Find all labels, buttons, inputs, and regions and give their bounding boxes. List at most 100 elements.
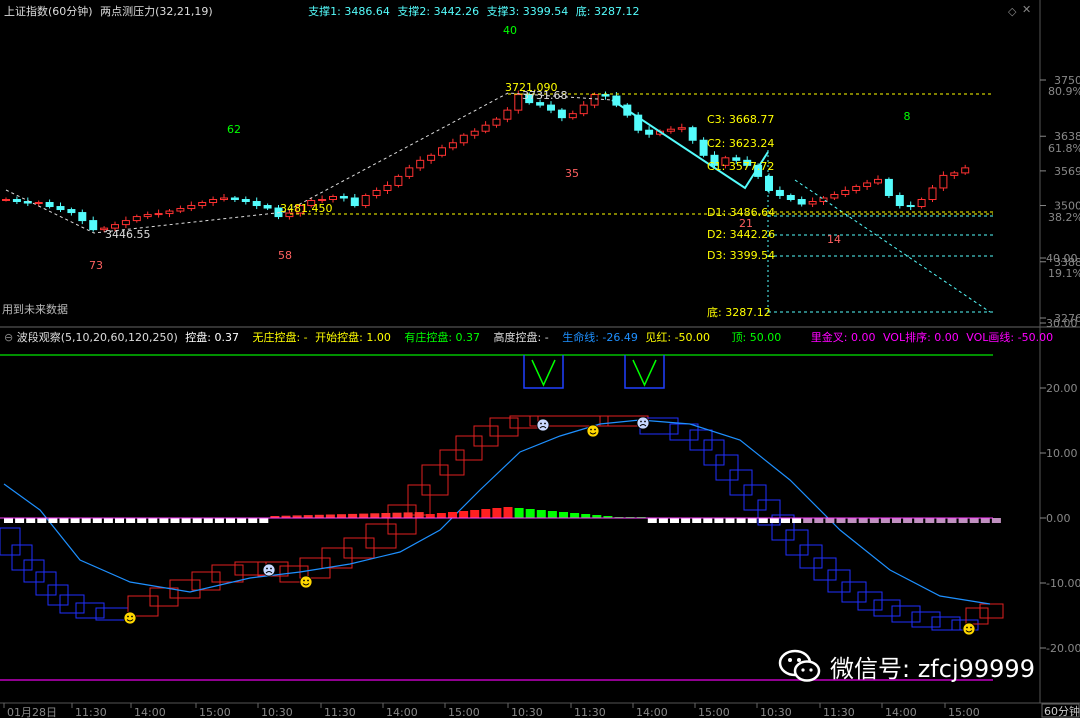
bottom-value: 底: 3287.12 — [575, 5, 640, 18]
candle-body — [775, 189, 784, 196]
histogram-bar — [203, 518, 213, 523]
time-tick-label: 15:00 — [948, 706, 980, 718]
watermark: 微信号: zfcj99999 — [778, 646, 1035, 686]
candle-body — [459, 134, 468, 144]
step-box — [59, 594, 85, 614]
histogram-bar — [70, 518, 80, 523]
step-box — [785, 529, 809, 556]
histogram-bar — [547, 511, 557, 518]
indicator-tick-label: 20.00 — [1046, 382, 1078, 395]
histogram-bar — [958, 518, 968, 523]
histogram-bar — [137, 518, 147, 523]
step-box — [35, 571, 57, 596]
candle-body — [329, 195, 337, 201]
time-tick-label: 11:30 — [823, 706, 855, 718]
sad-face-icon — [636, 416, 650, 430]
face-eye — [966, 626, 968, 629]
time-tick-label: 14:00 — [386, 706, 418, 718]
indicator-tick-label: -10.00 — [1046, 577, 1080, 590]
candle-body — [503, 109, 512, 120]
time-tick-label: 11:30 — [574, 706, 606, 718]
indicator-tick-label: 0.00 — [1046, 512, 1071, 525]
face-eye — [590, 428, 592, 431]
kongpan-value: 控盘: 0.37 — [185, 331, 239, 344]
histogram-bar — [880, 518, 890, 523]
time-tick-label: 11:30 — [75, 706, 107, 718]
symbol-title[interactable]: 上证指数(60分钟) — [4, 5, 93, 18]
histogram-bar — [248, 518, 258, 523]
step-box — [703, 439, 725, 466]
histogram-bar — [825, 518, 835, 523]
indicator-tick-label: -20.00 — [1046, 642, 1080, 655]
gaodu-value: 高度控盘: - — [493, 331, 549, 344]
histogram-bar — [703, 518, 713, 523]
histogram-bar — [325, 514, 335, 518]
step-box — [149, 587, 179, 607]
step-box — [455, 435, 483, 461]
bottom-indicator-title[interactable]: 波段观察(5,10,20,60,120,250) — [17, 331, 178, 344]
histogram-bar — [858, 518, 868, 523]
histogram-bar — [559, 512, 568, 518]
step-box — [234, 561, 267, 576]
histogram-bar — [936, 518, 946, 523]
face-eye — [544, 422, 546, 425]
sad-face-icon — [536, 418, 550, 432]
candle-body — [470, 130, 479, 136]
step-box — [407, 484, 431, 516]
histogram-bar — [947, 518, 957, 523]
candle-body — [383, 184, 392, 191]
face-circle — [299, 575, 313, 589]
price-tick-label: 3569 — [1054, 165, 1080, 178]
histogram-bar — [869, 518, 879, 523]
step-box — [891, 605, 921, 623]
jianhong-value: 见红: -50.00 — [645, 331, 711, 344]
face-eye — [270, 567, 272, 570]
candle-body — [361, 194, 370, 207]
candle-body — [252, 201, 261, 207]
step-box — [439, 449, 465, 476]
candle-body — [950, 172, 959, 176]
histogram-bar — [348, 513, 358, 518]
time-tick-label: 10:30 — [261, 706, 293, 718]
candle-body — [241, 199, 250, 203]
face-eye — [307, 579, 309, 582]
step-box — [827, 569, 851, 593]
candle-body — [2, 199, 10, 202]
time-tick-label: 14:00 — [636, 706, 668, 718]
smiley-icon — [962, 622, 976, 636]
candle-body — [547, 104, 555, 111]
time-tick-label: 11:30 — [324, 706, 356, 718]
collapse-icon[interactable]: ⊖ — [4, 331, 13, 344]
histogram-bar — [781, 518, 790, 523]
histogram-bar — [59, 518, 69, 523]
histogram-bar — [92, 518, 102, 523]
step-box — [211, 564, 244, 583]
indicator-title[interactable]: 两点测压力(32,21,19) — [100, 5, 213, 18]
step-box — [11, 544, 33, 571]
diamond-icon[interactable]: ◇ — [1008, 5, 1016, 18]
step-box — [489, 417, 519, 437]
face-eye — [127, 615, 129, 618]
step-box — [729, 469, 753, 496]
top-signal-mark — [632, 359, 657, 387]
candle-body — [209, 199, 218, 204]
c1-label: C1: 3577.72 — [707, 160, 774, 173]
histogram-bar — [492, 508, 502, 518]
wechat-icon — [778, 649, 821, 682]
candle-body — [481, 124, 490, 132]
candle-body — [666, 128, 675, 132]
histogram-bar — [181, 518, 191, 523]
candle-body — [394, 175, 403, 186]
pct-tick-label: 61.8% — [1048, 142, 1080, 155]
wave-count-label: 40 — [503, 24, 517, 37]
close-icon[interactable]: ✕ — [1022, 3, 1031, 16]
histogram-bar — [26, 518, 36, 523]
histogram-bar — [459, 511, 469, 518]
chart-canvas: 37503638356935003388327680.9%61.8%38.2%1… — [0, 0, 1080, 718]
smiley-icon — [299, 575, 313, 589]
period-button[interactable]: 60分钟 — [1044, 704, 1080, 718]
candle-body — [132, 216, 141, 222]
wave-count-label: 62 — [227, 123, 241, 136]
candle-body — [601, 94, 610, 97]
histogram-bar — [159, 518, 169, 523]
